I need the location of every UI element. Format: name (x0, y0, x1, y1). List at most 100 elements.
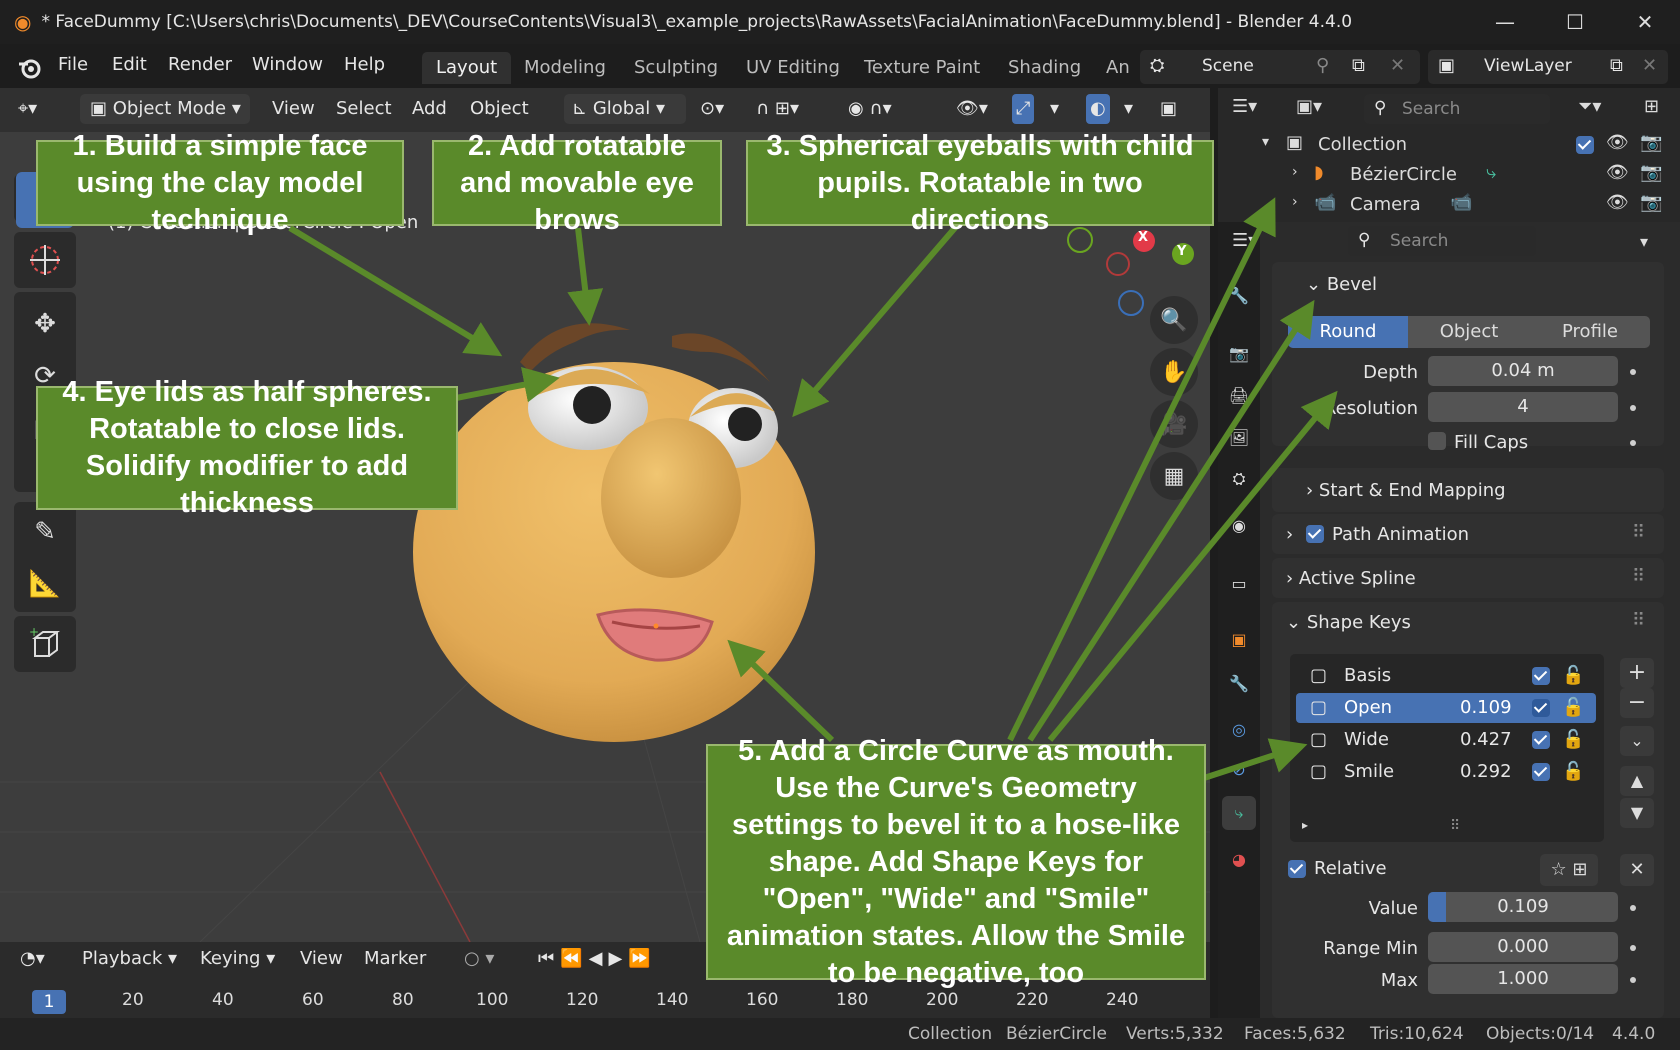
tab-shading[interactable]: Shading (994, 52, 1095, 84)
bevel-header[interactable]: ⌄ Bevel (1306, 274, 1377, 295)
view-layer-tab-icon[interactable]: 🖼 (1222, 420, 1256, 454)
delete-view-layer-icon[interactable]: ✕ (1642, 55, 1657, 76)
shape-key-menu-icon[interactable]: ⌄ (1620, 726, 1654, 756)
shape-key-checkbox[interactable] (1532, 667, 1550, 685)
shape-key-checkbox[interactable] (1532, 731, 1550, 749)
menu-render[interactable]: Render (168, 54, 232, 75)
tab-animation[interactable]: An (1092, 52, 1144, 84)
drag-handle-icon[interactable]: ⠿ (1632, 610, 1645, 631)
tab-sculpting[interactable]: Sculpting (620, 52, 732, 84)
new-scene-icon[interactable]: ⧉ (1352, 55, 1365, 76)
overlay-icon[interactable]: ◐ (1086, 94, 1110, 124)
pan-hand-icon[interactable]: ✋ (1150, 348, 1198, 396)
bevel-tab-round[interactable]: Round (1288, 316, 1408, 348)
physics-tab-icon[interactable]: ◎ (1222, 712, 1256, 746)
lock-icon[interactable]: 🔓 (1562, 661, 1584, 691)
move-down-icon[interactable]: ▼ (1620, 798, 1654, 828)
collapse-icon[interactable]: ▾ (1262, 134, 1269, 150)
marker-menu[interactable]: Marker (364, 948, 426, 969)
output-tab-icon[interactable]: 🖨 (1222, 378, 1256, 412)
camera-view-icon[interactable]: 🎥 (1150, 400, 1198, 448)
outliner-row-collection[interactable]: ▾ ▣ Collection 👁 📷 (1250, 132, 1670, 160)
curve-data-tab-icon[interactable]: ⤷ (1222, 796, 1256, 830)
keyframe-dot-icon[interactable] (1630, 405, 1636, 411)
timeline-editor-icon[interactable]: ◔▾ (20, 948, 45, 969)
material-tab-icon[interactable]: ◕ (1222, 842, 1256, 876)
visibility-eye-icon[interactable]: 👁 (1606, 192, 1629, 213)
properties-search-input[interactable]: ⚲ Search (1348, 226, 1536, 256)
tool-tab-icon[interactable]: 🔧 (1222, 278, 1256, 312)
keying-menu[interactable]: Keying ▾ (200, 948, 275, 969)
properties-editor-icon[interactable]: ☰▾ (1232, 230, 1257, 251)
resolution-field[interactable]: 4 (1428, 392, 1618, 422)
outliner-row-camera[interactable]: › 📹 Camera 📹 👁 📷 (1250, 192, 1670, 220)
keyframe-dot-icon[interactable] (1630, 369, 1636, 375)
orientation-dropdown[interactable]: ⊾ Global ▾ (564, 94, 686, 124)
world-tab-icon[interactable]: ◉ (1222, 508, 1256, 542)
render-camera-icon[interactable]: 📷 (1640, 192, 1662, 213)
object-tab-icon[interactable]: ▣ (1222, 622, 1256, 656)
menu-edit[interactable]: Edit (112, 54, 147, 75)
delete-scene-icon[interactable]: ✕ (1390, 55, 1405, 76)
close-icon[interactable]: ✕ (1610, 0, 1680, 44)
menu-add[interactable]: Add (412, 94, 447, 124)
render-camera-icon[interactable]: 📷 (1640, 162, 1662, 183)
editor-type-icon[interactable]: ⌖▾ (18, 94, 37, 124)
modifier-tab-icon[interactable]: 🔧 (1222, 666, 1256, 700)
mode-dropdown[interactable]: ▣ Object Mode ▾ (80, 94, 250, 124)
view-layer-selector[interactable]: ▣ ViewLayer ⧉ ✕ (1428, 50, 1668, 84)
pin-icon[interactable]: ⚲ (1316, 55, 1329, 76)
collection-tab-icon[interactable]: ▭ (1222, 566, 1256, 600)
shape-key-row-basis[interactable]: ▢ Basis 🔓 (1296, 661, 1596, 691)
menu-window[interactable]: Window (252, 54, 323, 75)
render-camera-icon[interactable]: 📷 (1640, 132, 1662, 153)
collection-checkbox[interactable] (1576, 136, 1594, 154)
display-mode-icon[interactable]: ▣▾ (1296, 96, 1322, 117)
expand-icon[interactable]: › (1286, 524, 1293, 545)
gizmo-y-label[interactable]: Y (1177, 244, 1186, 259)
tab-uv-editing[interactable]: UV Editing (732, 52, 854, 84)
outliner-row-beziercircle[interactable]: › ◗ BézierCircle ⤷ 👁 📷 (1250, 162, 1670, 190)
properties-options-icon[interactable]: ▾ (1640, 232, 1648, 251)
keyframe-dot-icon[interactable] (1630, 440, 1636, 446)
visibility-eye-icon[interactable]: 👁 (1606, 132, 1629, 153)
fill-caps-checkbox[interactable] (1428, 432, 1446, 450)
drag-handle-icon[interactable]: ⠿ (1632, 566, 1645, 587)
constraints-tab-icon[interactable]: ⊘ (1222, 752, 1256, 786)
new-collection-icon[interactable]: ⊞ (1644, 96, 1659, 117)
shape-key-value[interactable]: 0.109 (1460, 693, 1512, 723)
timeline-view-menu[interactable]: View (300, 948, 343, 969)
maximize-icon[interactable]: ☐ (1540, 0, 1610, 44)
keyframe-dot-icon[interactable] (1630, 977, 1636, 983)
tab-texture-paint[interactable]: Texture Paint (850, 52, 994, 84)
keyframe-dot-icon[interactable] (1630, 905, 1636, 911)
gizmo-toggle-icon[interactable]: ⤢ (1012, 94, 1035, 124)
move-tool-icon[interactable]: ✥ (16, 296, 74, 352)
lock-icon[interactable]: 🔓 (1562, 725, 1584, 755)
shape-keys-header[interactable]: ⌄ Shape Keys (1286, 612, 1411, 633)
menu-view[interactable]: View (272, 94, 315, 124)
new-view-layer-icon[interactable]: ⧉ (1610, 55, 1623, 76)
scene-tab-icon[interactable]: ⛭ (1222, 462, 1256, 496)
blender-menu-icon[interactable] (16, 54, 44, 80)
menu-object[interactable]: Object (470, 94, 529, 124)
outliner-search-input[interactable]: ⚲ Search (1364, 94, 1550, 124)
visibility-icon[interactable]: 👁▾ (956, 94, 988, 124)
expand-icon[interactable]: › (1292, 164, 1298, 180)
shape-key-row-wide[interactable]: ▢ Wide 0.427 🔓 (1296, 725, 1596, 755)
move-up-icon[interactable]: ▲ (1620, 766, 1654, 796)
pivot-icon[interactable]: ⊙▾ (700, 94, 724, 124)
shape-key-value[interactable]: 0.427 (1460, 725, 1512, 755)
bevel-tab-profile[interactable]: Profile (1530, 316, 1650, 348)
tab-layout[interactable]: Layout (422, 52, 512, 84)
gizmo-dropdown-icon[interactable]: ▾ (1050, 94, 1059, 124)
depth-field[interactable]: 0.04 m (1428, 356, 1618, 386)
current-frame-indicator[interactable]: 1 (32, 990, 66, 1014)
overlay-dropdown-icon[interactable]: ▾ (1124, 94, 1133, 124)
keyframe-dot-icon[interactable] (1630, 945, 1636, 951)
start-end-mapping-header[interactable]: › Start & End Mapping (1306, 480, 1506, 501)
scene-selector[interactable]: ⛭ Scene ⚲ ⧉ ✕ (1140, 50, 1420, 84)
shape-key-value[interactable]: 0.292 (1460, 757, 1512, 787)
drag-handle-icon[interactable]: ⠿ (1632, 522, 1645, 543)
playback-menu[interactable]: Playback ▾ (82, 948, 177, 969)
